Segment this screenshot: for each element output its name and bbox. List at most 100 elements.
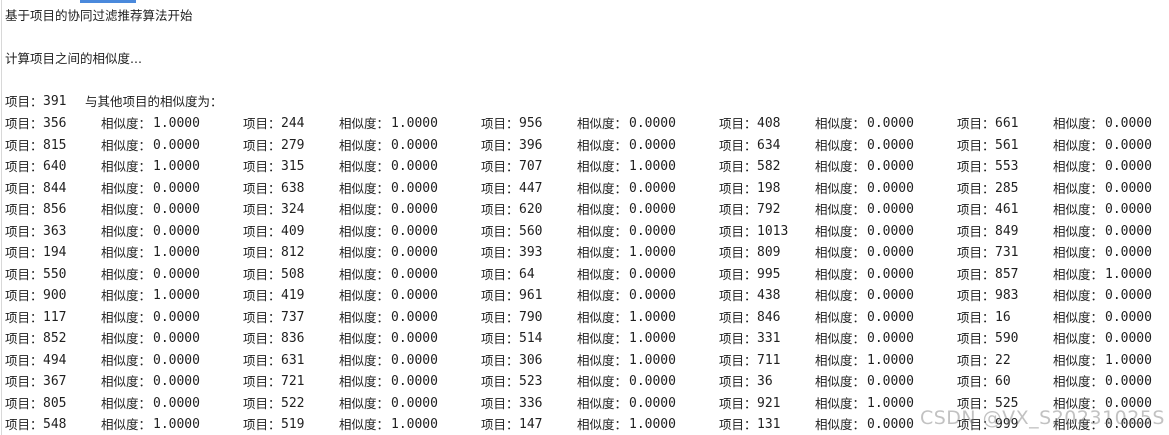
item-label: 项目： xyxy=(5,417,43,432)
item-id: 64 xyxy=(519,266,535,282)
item-id: 147 xyxy=(519,417,543,432)
item-id: 900 xyxy=(43,288,67,303)
similarity-value: 0.0000 xyxy=(153,180,200,196)
item-label: 项目： xyxy=(243,266,281,282)
similarity-label: 相似度： xyxy=(815,116,866,131)
item-id: 22 xyxy=(995,352,1011,368)
target-item-header: 项目： 391 与其他项目的相似度为： xyxy=(5,92,1169,112)
item-label: 项目： xyxy=(481,331,519,346)
similarity-value: 0.0000 xyxy=(629,266,676,282)
item-id: 356 xyxy=(43,116,67,131)
item-id: 244 xyxy=(281,116,305,131)
similarity-label: 相似度： xyxy=(577,395,628,411)
similarity-value: 0.0000 xyxy=(629,395,676,411)
similarity-label: 相似度： xyxy=(101,395,152,411)
watermark: CSDN @VX_S20231025S xyxy=(919,407,1165,429)
item-id: 1013 xyxy=(757,223,789,239)
item-id: 461 xyxy=(995,202,1019,217)
similarity-value: 1.0000 xyxy=(629,352,676,368)
similarity-value: 0.0000 xyxy=(867,202,914,217)
item-id: 447 xyxy=(519,180,543,196)
item-id: 836 xyxy=(281,331,305,346)
item-label: 项目： xyxy=(5,245,43,260)
item-label: 项目： xyxy=(957,331,995,346)
similarity-label: 相似度： xyxy=(339,245,390,260)
table-row: 项目： 856 相似度： 0.0000 项目： 324 相似度： 0.0000 项目： 620 相似… xyxy=(5,200,1169,220)
item-id: 60 xyxy=(995,374,1011,389)
similarity-label: 相似度： xyxy=(815,331,866,346)
similarity-value: 0.0000 xyxy=(1105,137,1152,153)
table-row: 项目： 844 相似度： 0.0000 项目： 638 相似度： 0.0000 项目： 447 相似… xyxy=(5,179,1169,199)
similarity-label: 相似度： xyxy=(339,116,390,131)
similarity-value: 0.0000 xyxy=(1105,309,1152,325)
item-id: 857 xyxy=(995,266,1019,282)
similarity-value: 0.0000 xyxy=(629,374,676,389)
similarity-label: 相似度： xyxy=(577,288,628,303)
similarity-value: 0.0000 xyxy=(391,352,438,368)
item-id: 631 xyxy=(281,352,305,368)
item-id: 582 xyxy=(757,159,781,174)
similarity-value: 0.0000 xyxy=(629,180,676,196)
similarity-label: 相似度： xyxy=(339,395,390,411)
similarity-value: 0.0000 xyxy=(391,374,438,389)
item-id: 707 xyxy=(519,159,543,174)
item-id: 721 xyxy=(281,374,305,389)
item-label: 项目： xyxy=(719,352,757,368)
table-row: 项目： 363 相似度： 0.0000 项目： 409 相似度： 0.0000 项目： 560 相似… xyxy=(5,222,1169,242)
item-label: 项目： xyxy=(243,159,281,174)
item-id: 194 xyxy=(43,245,67,260)
item-id: 409 xyxy=(281,223,305,239)
item-label: 项目： xyxy=(5,223,43,239)
similarity-value: 0.0000 xyxy=(867,331,914,346)
item-id: 494 xyxy=(43,352,67,368)
similarity-value: 0.0000 xyxy=(629,137,676,153)
similarity-value: 0.0000 xyxy=(153,266,200,282)
table-row: 项目： 367 相似度： 0.0000 项目： 721 相似度： 0.0000 项目： 523 相似… xyxy=(5,372,1169,392)
item-label: 项目： xyxy=(481,309,519,325)
item-id: 367 xyxy=(43,374,67,389)
item-id: 522 xyxy=(281,395,305,411)
item-id: 523 xyxy=(519,374,543,389)
item-id: 812 xyxy=(281,245,305,260)
item-label: 项目： xyxy=(481,352,519,368)
item-label: 项目： xyxy=(719,374,757,389)
similarity-value: 1.0000 xyxy=(629,417,676,432)
similarity-value: 0.0000 xyxy=(391,180,438,196)
item-label: 项目： xyxy=(957,116,995,131)
item-label: 项目： xyxy=(481,374,519,389)
item-id: 737 xyxy=(281,309,305,325)
similarity-value: 1.0000 xyxy=(153,159,200,174)
item-label: 项目： xyxy=(481,137,519,153)
similarity-value: 1.0000 xyxy=(629,159,676,174)
similarity-value: 0.0000 xyxy=(153,331,200,346)
item-id: 336 xyxy=(519,395,543,411)
item-label: 项目： xyxy=(957,352,995,368)
item-label: 项目： xyxy=(481,180,519,196)
item-label: 项目： xyxy=(243,116,281,131)
similarity-value: 0.0000 xyxy=(629,202,676,217)
similarity-label: 相似度： xyxy=(815,202,866,217)
item-label: 项目： xyxy=(5,395,43,411)
similarity-value: 0.0000 xyxy=(1105,180,1152,196)
item-label: 项目： xyxy=(957,202,995,217)
item-label: 项目： xyxy=(719,266,757,282)
item-id: 844 xyxy=(43,180,67,196)
item-id: 548 xyxy=(43,417,67,432)
similarity-value: 0.0000 xyxy=(867,266,914,282)
similarity-value: 0.0000 xyxy=(153,137,200,153)
item-label: 项目： xyxy=(481,288,519,303)
item-label: 项目： xyxy=(957,309,995,325)
item-id: 561 xyxy=(995,137,1019,153)
item-id: 508 xyxy=(281,266,305,282)
similarity-label: 相似度： xyxy=(815,159,866,174)
item-label: 项目： xyxy=(5,374,43,389)
item-label: 项目： xyxy=(719,331,757,346)
item-label: 项目： xyxy=(719,116,757,131)
item-label: 项目： xyxy=(957,180,995,196)
item-label: 项目： xyxy=(481,245,519,260)
item-id: 711 xyxy=(757,352,781,368)
start-message: 基于项目的协同过滤推荐算法开始 xyxy=(5,8,193,23)
item-label: 项目： xyxy=(481,202,519,217)
table-row: 项目： 194 相似度： 1.0000 项目： 812 相似度： 0.0000 项目： 393 相似… xyxy=(5,243,1169,263)
item-label: 项目： xyxy=(719,288,757,303)
